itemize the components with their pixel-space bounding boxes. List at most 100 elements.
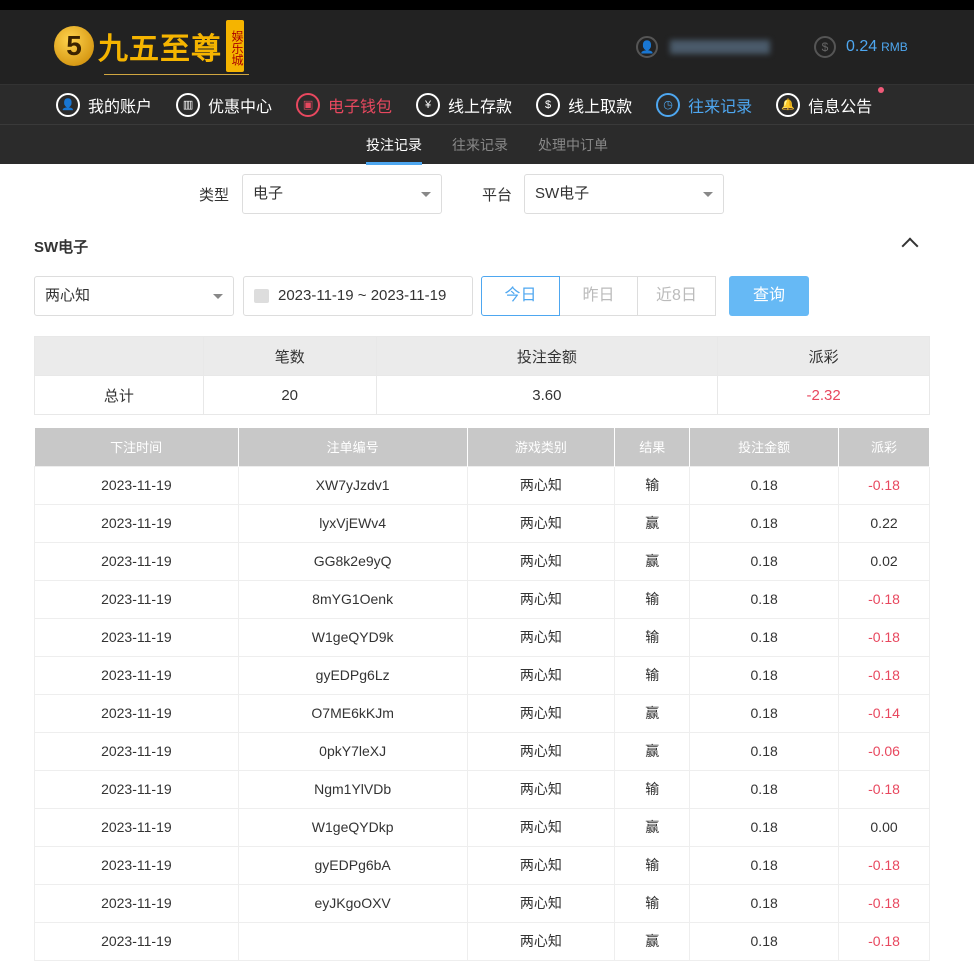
table-header: 下注时间 注单编号 游戏类别 结果 投注金额 派彩 (34, 428, 930, 466)
nav-label: 往来记录 (688, 98, 753, 116)
game-type-cell: 两心知 (466, 769, 616, 809)
top-strip (0, 0, 974, 10)
caret-down-icon (213, 294, 223, 304)
payout-cell: -0.18 (838, 655, 930, 695)
column-header: 派彩 (838, 428, 930, 466)
payout-cell: -0.18 (838, 465, 930, 505)
bet-id-cell: gyEDPg6bA (237, 845, 468, 885)
table-row: 2023-11-19 两心知赢 0.18 -0.18 (34, 921, 930, 961)
bet-time-cell: 2023-11-19 (34, 731, 239, 771)
user-info[interactable]: 👤 (636, 36, 770, 58)
bet-time-cell: 2023-11-19 (34, 693, 239, 733)
game-type-cell: 两心知 (466, 617, 616, 657)
summary-header-cell: 派彩 (717, 336, 930, 376)
nav-item-withdraw[interactable]: $ 线上取款 (536, 92, 633, 117)
bet-amount-cell: 0.18 (689, 731, 840, 771)
username-redacted (670, 40, 770, 54)
game-type-cell: 两心知 (466, 845, 616, 885)
bet-id-cell: gyEDPg6Lz (237, 655, 468, 695)
column-header: 注单编号 (238, 428, 468, 466)
last-8-days-button[interactable]: 近8日 (637, 276, 716, 316)
section-title: SW电子 (34, 239, 89, 256)
date-range-input[interactable]: 2023-11-19 ~ 2023-11-19 (243, 276, 473, 316)
payout-cell: -0.18 (838, 883, 930, 923)
records-icon: ◷ (656, 92, 681, 117)
table-row: 2023-11-19 0pkY7leXJ 两心知赢 0.18 -0.06 (34, 731, 930, 771)
bet-amount-cell: 0.18 (689, 769, 840, 809)
result-cell: 赢 (614, 921, 691, 961)
result-cell: 赢 (614, 693, 691, 733)
tab-pending-orders[interactable]: 处理中订单 (538, 125, 608, 165)
calendar-icon (254, 289, 269, 303)
nav-label: 线上存款 (448, 98, 513, 116)
bet-time-cell: 2023-11-19 (34, 845, 239, 885)
table-row: 2023-11-19 W1geQYDkp 两心知赢 0.18 0.00 (34, 807, 930, 847)
table-row: 2023-11-19 gyEDPg6bA 两心知输 0.18 -0.18 (34, 845, 930, 885)
nav-label: 信息公告 (808, 98, 873, 116)
type-label: 类型 (199, 187, 230, 204)
bet-time-cell: 2023-11-19 (34, 769, 239, 809)
summary-table: 笔数 投注金额 派彩 总计 20 3.60 -2.32 (34, 336, 930, 415)
summary-count: 20 (202, 375, 377, 415)
chevron-up-icon[interactable] (901, 237, 919, 255)
logo-text: 九五至尊 (98, 32, 222, 67)
result-cell: 输 (614, 579, 691, 619)
logo[interactable]: 5 九五至尊 娱乐城 (54, 20, 249, 75)
bet-time-cell: 2023-11-19 (34, 617, 239, 657)
summary-header-cell: 投注金额 (375, 336, 719, 376)
bet-amount-cell: 0.18 (689, 579, 840, 619)
nav-item-records[interactable]: ◷ 往来记录 (656, 92, 753, 117)
game-type-cell: 两心知 (466, 503, 616, 543)
payout-cell: -0.18 (838, 617, 930, 657)
sub-nav: 投注记录 往来记录 处理中订单 (0, 124, 974, 165)
nav-item-deposit[interactable]: ¥ 线上存款 (416, 92, 513, 117)
payout-cell: -0.18 (838, 921, 930, 961)
yesterday-button[interactable]: 昨日 (559, 276, 638, 316)
bet-id-cell: XW7yJzdv1 (237, 465, 468, 505)
summary-amount: 3.60 (375, 375, 719, 415)
summary-payout: -2.32 (717, 375, 930, 415)
game-type-cell: 两心知 (466, 921, 616, 961)
bet-id-cell: GG8k2e9yQ (237, 541, 468, 581)
payout-cell: -0.18 (838, 769, 930, 809)
balance-amount: 0.24 (846, 38, 878, 55)
summary-label: 总计 (34, 375, 204, 415)
balance: $ 0.24 RMB (814, 36, 908, 58)
bet-amount-cell: 0.18 (689, 807, 840, 847)
tab-transactions[interactable]: 往来记录 (452, 125, 508, 165)
result-cell: 赢 (614, 731, 691, 771)
table-row: 2023-11-19 8mYG1Oenk 两心知输 0.18 -0.18 (34, 579, 930, 619)
result-cell: 输 (614, 845, 691, 885)
bet-time-cell: 2023-11-19 (34, 807, 239, 847)
header: 5 九五至尊 娱乐城 👤 $ 0.24 RMB (0, 10, 974, 84)
result-cell: 输 (614, 465, 691, 505)
game-value: 两心知 (45, 287, 91, 304)
game-type-cell: 两心知 (466, 655, 616, 695)
today-button[interactable]: 今日 (481, 276, 560, 316)
bet-amount-cell: 0.18 (689, 617, 840, 657)
tab-bet-records[interactable]: 投注记录 (366, 125, 422, 165)
type-select[interactable]: 电子 (242, 174, 442, 214)
table-row: 2023-11-19 GG8k2e9yQ 两心知赢 0.18 0.02 (34, 541, 930, 581)
bet-amount-cell: 0.18 (689, 465, 840, 505)
type-value: 电子 (253, 185, 284, 202)
payout-cell: -0.18 (838, 845, 930, 885)
bet-time-cell: 2023-11-19 (34, 655, 239, 695)
nav-item-wallet[interactable]: ▣ 电子钱包 (296, 92, 393, 117)
bet-id-cell (237, 921, 468, 961)
bet-id-cell: 8mYG1Oenk (237, 579, 468, 619)
nav-item-bell[interactable]: 🔔 信息公告 (776, 86, 885, 117)
nav-label: 线上取款 (568, 98, 633, 116)
column-header: 结果 (614, 428, 691, 466)
currency: RMB (881, 40, 908, 54)
bet-time-cell: 2023-11-19 (34, 579, 239, 619)
nav-item-user[interactable]: 👤 我的账户 (56, 92, 152, 117)
game-select[interactable]: 两心知 (34, 276, 234, 316)
bet-time-cell: 2023-11-19 (34, 921, 239, 961)
query-button[interactable]: 查询 (729, 276, 809, 316)
main-nav: 👤 我的账户 ▥ 优惠中心 ▣ 电子钱包 ¥ 线上存款 $ 线上取款 ◷ 往来记录 🔔 信息公告 (0, 84, 974, 124)
table-row: 2023-11-19 lyxVjEWv4 两心知赢 0.18 0.22 (34, 503, 930, 543)
nav-item-gift[interactable]: ▥ 优惠中心 (176, 92, 272, 117)
platform-select[interactable]: SW电子 (524, 174, 724, 214)
nav-label: 电子钱包 (328, 98, 393, 116)
